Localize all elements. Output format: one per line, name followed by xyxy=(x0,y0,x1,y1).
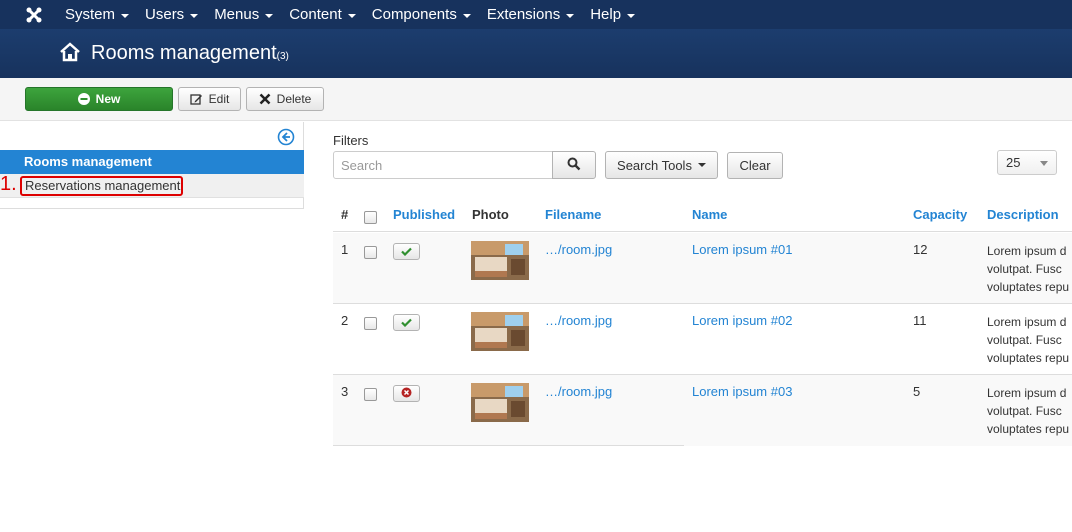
row-checkbox[interactable] xyxy=(364,388,377,401)
header-name[interactable]: Name xyxy=(692,207,727,222)
capacity-value: 11 xyxy=(913,313,927,328)
room-name-link[interactable]: Lorem ipsum #01 xyxy=(692,242,792,257)
table-divider xyxy=(333,445,684,446)
list-limit-select[interactable]: 25 xyxy=(997,150,1057,175)
header-published[interactable]: Published xyxy=(393,207,455,222)
item-count: (3) xyxy=(276,51,289,62)
filename-link[interactable]: …/room.jpg xyxy=(545,384,612,399)
nav-extensions[interactable]: Extensions xyxy=(479,0,582,29)
filename-link[interactable]: …/room.jpg xyxy=(545,242,612,257)
header-filename[interactable]: Filename xyxy=(545,207,601,222)
check-icon xyxy=(401,315,412,330)
room-photo-thumbnail xyxy=(471,312,529,351)
caret-down-icon xyxy=(697,163,706,167)
nav-system[interactable]: System xyxy=(57,0,137,29)
row-number: 1 xyxy=(341,242,349,257)
description-text: Lorem ipsum d volutpat. Fusc voluptates … xyxy=(987,315,1070,365)
nav-components[interactable]: Components xyxy=(364,0,479,29)
plus-circle-icon xyxy=(77,93,90,105)
row-number: 3 xyxy=(341,384,349,399)
capacity-value: 5 xyxy=(913,384,921,399)
row-checkbox[interactable] xyxy=(364,317,377,330)
nav-menus[interactable]: Menus xyxy=(206,0,281,29)
description-text: Lorem ipsum d volutpat. Fusc voluptates … xyxy=(987,244,1070,294)
home-icon xyxy=(59,41,81,63)
table-row: 1 …/room.jpg Lorem ipsum #01 12 Lorem ip… xyxy=(333,233,1072,304)
caret-down-icon xyxy=(190,13,199,18)
caret-down-icon xyxy=(566,13,575,18)
caret-down-icon xyxy=(347,13,356,18)
sidebar-item-rooms[interactable]: Rooms management xyxy=(0,150,304,174)
new-button[interactable]: New xyxy=(25,87,173,111)
close-icon xyxy=(259,93,271,105)
room-photo-thumbnail xyxy=(471,383,529,422)
room-name-link[interactable]: Lorem ipsum #03 xyxy=(692,384,792,399)
header-number: # xyxy=(341,207,349,222)
delete-button[interactable]: Delete xyxy=(246,87,324,111)
search-tools-button[interactable]: Search Tools xyxy=(605,151,718,179)
caret-down-icon xyxy=(462,13,471,18)
page-title: Rooms management(3) xyxy=(91,42,289,64)
published-toggle[interactable] xyxy=(393,314,420,331)
search-button[interactable] xyxy=(552,151,596,179)
nav-help[interactable]: Help xyxy=(582,0,643,29)
clear-button[interactable]: Clear xyxy=(727,152,783,179)
caret-down-icon xyxy=(627,13,636,18)
description-text: Lorem ipsum d volutpat. Fusc voluptates … xyxy=(987,386,1070,436)
header-photo: Photo xyxy=(472,207,509,222)
select-all-checkbox[interactable] xyxy=(364,211,377,224)
caret-down-icon xyxy=(265,13,274,18)
collapse-sidebar-icon[interactable] xyxy=(277,128,295,146)
nav-content[interactable]: Content xyxy=(281,0,364,29)
search-icon xyxy=(567,157,581,174)
sidebar-item-label: Reservations management xyxy=(20,176,183,196)
filters-label: Filters xyxy=(333,133,369,148)
check-icon xyxy=(401,244,412,259)
unpublished-icon xyxy=(401,386,412,401)
nav-users[interactable]: Users xyxy=(137,0,206,29)
table-row: 2 …/room.jpg Lorem ipsum #02 11 Lorem ip… xyxy=(333,304,1072,375)
unpublished-toggle[interactable] xyxy=(393,385,420,402)
joomla-logo-icon[interactable] xyxy=(18,0,50,29)
top-navbar: System Users Menus Content Components Ex… xyxy=(0,0,1072,29)
row-number: 2 xyxy=(341,313,349,328)
filename-link[interactable]: …/room.jpg xyxy=(545,313,612,328)
chevron-down-icon xyxy=(1040,161,1048,166)
header-description[interactable]: Description xyxy=(987,207,1059,222)
header-capacity[interactable]: Capacity xyxy=(913,207,967,222)
capacity-value: 12 xyxy=(913,242,928,257)
row-checkbox[interactable] xyxy=(364,246,377,259)
table-row: 3 …/room.jpg Lorem ipsum #03 5 Lorem ips… xyxy=(333,375,1072,446)
annotation-marker: 1. xyxy=(0,173,17,195)
edit-button[interactable]: Edit xyxy=(178,87,241,111)
room-name-link[interactable]: Lorem ipsum #02 xyxy=(692,313,792,328)
toolbar: New Edit Delete xyxy=(0,78,1072,121)
sidebar-item-reservations[interactable]: Reservations management xyxy=(0,174,304,198)
caret-down-icon xyxy=(121,13,130,18)
room-photo-thumbnail xyxy=(471,241,529,280)
sidebar: Rooms management Reservations management xyxy=(0,122,304,209)
search-input[interactable] xyxy=(333,151,553,179)
table-header: # Published Photo Filename Name Capacity… xyxy=(333,200,1072,232)
published-toggle[interactable] xyxy=(393,243,420,260)
edit-icon xyxy=(190,93,203,106)
page-header: Rooms management(3) xyxy=(0,29,1072,78)
